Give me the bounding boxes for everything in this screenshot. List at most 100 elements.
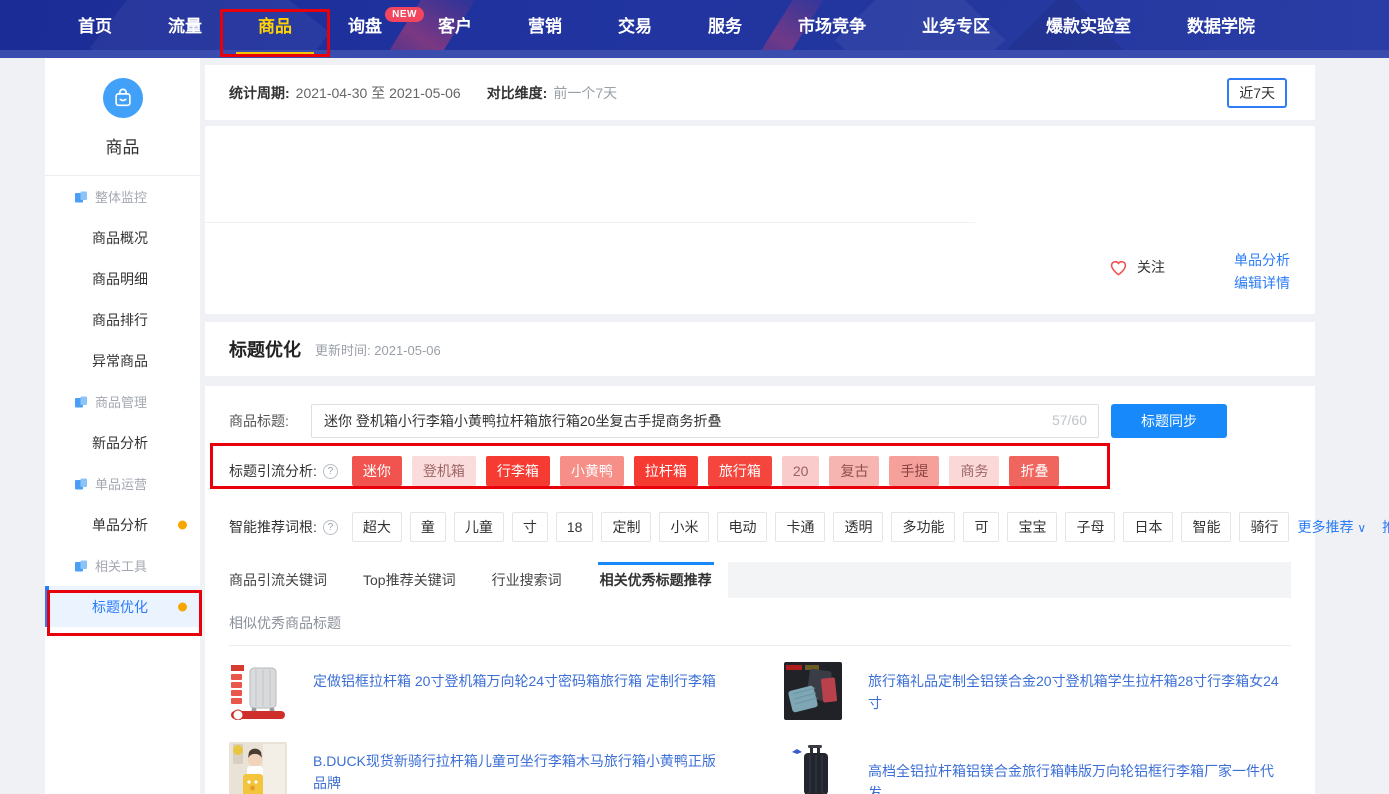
root-tag[interactable]: 智能 bbox=[1181, 512, 1231, 542]
nav-item-home[interactable]: 首页 bbox=[50, 0, 140, 58]
product-title-link[interactable]: 定做铝框拉杆箱 20寸登机箱万向轮24寸密码箱旅行箱 定制行李箱 bbox=[313, 662, 716, 720]
root-tag[interactable]: 超大 bbox=[352, 512, 402, 542]
nav-item-trade[interactable]: 交易 bbox=[590, 0, 680, 58]
active-nav-underline bbox=[236, 52, 314, 56]
title-optimization-card: 商品标题: 57/60 标题同步 标题引流分析: ? 迷你 登机箱 行李箱 小黄… bbox=[205, 386, 1315, 794]
quick-links: 单品分析 编辑详情 bbox=[1234, 249, 1290, 295]
root-tag[interactable]: 儿童 bbox=[454, 512, 504, 542]
root-tag[interactable]: 骑行 bbox=[1239, 512, 1289, 542]
product-module-icon bbox=[103, 78, 143, 118]
root-tag[interactable]: 卡通 bbox=[775, 512, 825, 542]
folder-icon bbox=[74, 190, 88, 204]
list-item[interactable]: 定做铝框拉杆箱 20寸登机箱万向轮24寸密码箱旅行箱 定制行李箱 bbox=[229, 662, 784, 720]
root-tag[interactable]: 透明 bbox=[833, 512, 883, 542]
nav-item-inquiry[interactable]: 询盘 NEW bbox=[320, 0, 410, 58]
root-tag[interactable]: 可 bbox=[963, 512, 999, 542]
section-subtitle: 相似优秀商品标题 bbox=[229, 613, 1291, 633]
sidebar-item-title-optimization[interactable]: 标题优化 bbox=[45, 586, 200, 627]
feedback-link[interactable]: 推荐词不准? bbox=[1382, 517, 1389, 537]
chevron-down-icon: ∨ bbox=[1357, 521, 1366, 535]
compare-dim-value: 前一个7天 bbox=[553, 83, 617, 103]
sidebar-item-product-ranking[interactable]: 商品排行 bbox=[45, 299, 200, 340]
notification-dot bbox=[178, 602, 187, 611]
folder-icon bbox=[74, 559, 88, 573]
product-title-row: 商品标题: 57/60 标题同步 bbox=[229, 404, 1291, 438]
nav-item-customers[interactable]: 客户 bbox=[410, 0, 500, 58]
product-title-link[interactable]: 旅行箱礼品定制全铝镁合金20寸登机箱学生拉杆箱28寸行李箱女24寸 bbox=[868, 662, 1280, 720]
sidebar-item-label: 单品分析 bbox=[92, 515, 148, 535]
root-tag[interactable]: 18 bbox=[556, 512, 594, 542]
sidebar-group-label: 单品运营 bbox=[95, 474, 147, 493]
nav-item-label: 商品 bbox=[258, 17, 292, 36]
tab-product-traffic-keywords[interactable]: 商品引流关键词 bbox=[229, 562, 327, 598]
root-tag[interactable]: 电动 bbox=[717, 512, 767, 542]
root-tag[interactable]: 子母 bbox=[1065, 512, 1115, 542]
root-tag[interactable]: 小米 bbox=[659, 512, 709, 542]
nav-item-service[interactable]: 服务 bbox=[680, 0, 770, 58]
title-analysis-row: 标题引流分析: ? 迷你 登机箱 行李箱 小黄鸭 拉杆箱 旅行箱 20 复古 手… bbox=[229, 456, 1291, 486]
sidebar-item-product-overview[interactable]: 商品概况 bbox=[45, 217, 200, 258]
analysis-tag: 20 bbox=[782, 456, 820, 486]
question-circle-icon[interactable]: ? bbox=[323, 520, 338, 535]
follow-button[interactable]: 关注 bbox=[1108, 257, 1165, 277]
root-tag[interactable]: 寸 bbox=[512, 512, 548, 542]
root-tag[interactable]: 定制 bbox=[601, 512, 651, 542]
analysis-tag: 登机箱 bbox=[412, 456, 476, 486]
analysis-tag: 复古 bbox=[829, 456, 879, 486]
nav-item-marketing[interactable]: 营销 bbox=[500, 0, 590, 58]
title-sync-button[interactable]: 标题同步 bbox=[1111, 404, 1227, 438]
question-circle-icon[interactable]: ? bbox=[323, 464, 338, 479]
analysis-tag: 旅行箱 bbox=[708, 456, 772, 486]
recommended-roots-row: 智能推荐词根: ? 超大 童 儿童 寸 18 定制 小米 电动 卡通 透明 多功… bbox=[229, 512, 1291, 542]
nav-item-products[interactable]: 商品 bbox=[230, 0, 320, 58]
product-title-input[interactable] bbox=[311, 404, 1099, 438]
more-recommend-link[interactable]: 更多推荐 ∨ bbox=[1297, 517, 1366, 537]
folder-icon bbox=[74, 395, 88, 409]
list-item[interactable]: B.DUCK现货新骑行拉杆箱儿童可坐行李箱木马旅行箱小黄鸭正版品牌 bbox=[229, 742, 784, 794]
analysis-tag: 迷你 bbox=[352, 456, 402, 486]
sidebar-module-title: 商品 bbox=[45, 133, 200, 158]
link-single-product-analysis[interactable]: 单品分析 bbox=[1234, 249, 1290, 272]
product-image[interactable] bbox=[229, 662, 287, 720]
root-tag[interactable]: 日本 bbox=[1123, 512, 1173, 542]
link-edit-details[interactable]: 编辑详情 bbox=[1234, 272, 1290, 295]
analysis-tag: 折叠 bbox=[1009, 456, 1059, 486]
list-item[interactable]: 旅行箱礼品定制全铝镁合金20寸登机箱学生拉杆箱28寸行李箱女24寸 bbox=[784, 662, 1339, 720]
heart-icon bbox=[1108, 258, 1129, 277]
stat-period-label: 统计周期: bbox=[229, 83, 290, 103]
nav-item-business-zone[interactable]: 业务专区 bbox=[894, 0, 1018, 58]
sidebar-item-single-product-analysis[interactable]: 单品分析 bbox=[45, 504, 200, 545]
product-title-link[interactable]: B.DUCK现货新骑行拉杆箱儿童可坐行李箱木马旅行箱小黄鸭正版品牌 bbox=[313, 742, 725, 794]
folder-icon bbox=[74, 477, 88, 491]
sidebar-group-single-product-ops: 单品运营 bbox=[45, 463, 200, 504]
product-image[interactable] bbox=[784, 662, 842, 720]
nav-item-traffic[interactable]: 流量 bbox=[140, 0, 230, 58]
tab-industry-search-words[interactable]: 行业搜索词 bbox=[492, 562, 562, 598]
root-tag[interactable]: 童 bbox=[410, 512, 446, 542]
tab-related-excellent-titles[interactable]: 相关优秀标题推荐 bbox=[598, 562, 714, 598]
top-navigation: 首页 流量 商品 询盘 NEW 客户 营销 交易 服务 市场竞争 业务专区 爆款… bbox=[0, 0, 1389, 58]
sidebar-group-product-management: 商品管理 bbox=[45, 381, 200, 422]
notification-dot bbox=[178, 520, 187, 529]
product-title-link[interactable]: 高档全铝拉杆箱铝镁合金旅行箱韩版万向轮铝框行李箱厂家一件代发 bbox=[868, 742, 1280, 794]
nav-item-data-academy[interactable]: 数据学院 bbox=[1159, 0, 1283, 58]
sidebar-item-abnormal-products[interactable]: 异常商品 bbox=[45, 340, 200, 381]
analysis-tag: 行李箱 bbox=[486, 456, 550, 486]
tab-top-recommended-keywords[interactable]: Top推荐关键词 bbox=[363, 562, 456, 598]
list-item[interactable]: 高档全铝拉杆箱铝镁合金旅行箱韩版万向轮铝框行李箱厂家一件代发 bbox=[784, 742, 1339, 794]
sidebar-item-new-product-analysis[interactable]: 新品分析 bbox=[45, 422, 200, 463]
sidebar-module-head: 商品 bbox=[45, 58, 200, 158]
nav-item-label: 询盘 bbox=[348, 17, 382, 36]
root-tag[interactable]: 多功能 bbox=[891, 512, 955, 542]
nav-item-market-competition[interactable]: 市场竞争 bbox=[770, 0, 894, 58]
date-range-button[interactable]: 近7天 bbox=[1227, 78, 1287, 108]
nav-item-hot-product-lab[interactable]: 爆款实验室 bbox=[1018, 0, 1159, 58]
sidebar-group-overall-monitoring: 整体监控 bbox=[45, 176, 200, 217]
analysis-tag: 商务 bbox=[949, 456, 999, 486]
product-image[interactable] bbox=[229, 742, 287, 794]
sidebar-item-product-detail[interactable]: 商品明细 bbox=[45, 258, 200, 299]
root-tag[interactable]: 宝宝 bbox=[1007, 512, 1057, 542]
tab-bar-filler bbox=[728, 562, 1291, 598]
roots-links: 更多推荐 ∨ 推荐词不准? bbox=[1297, 517, 1389, 537]
product-image[interactable] bbox=[784, 742, 842, 794]
